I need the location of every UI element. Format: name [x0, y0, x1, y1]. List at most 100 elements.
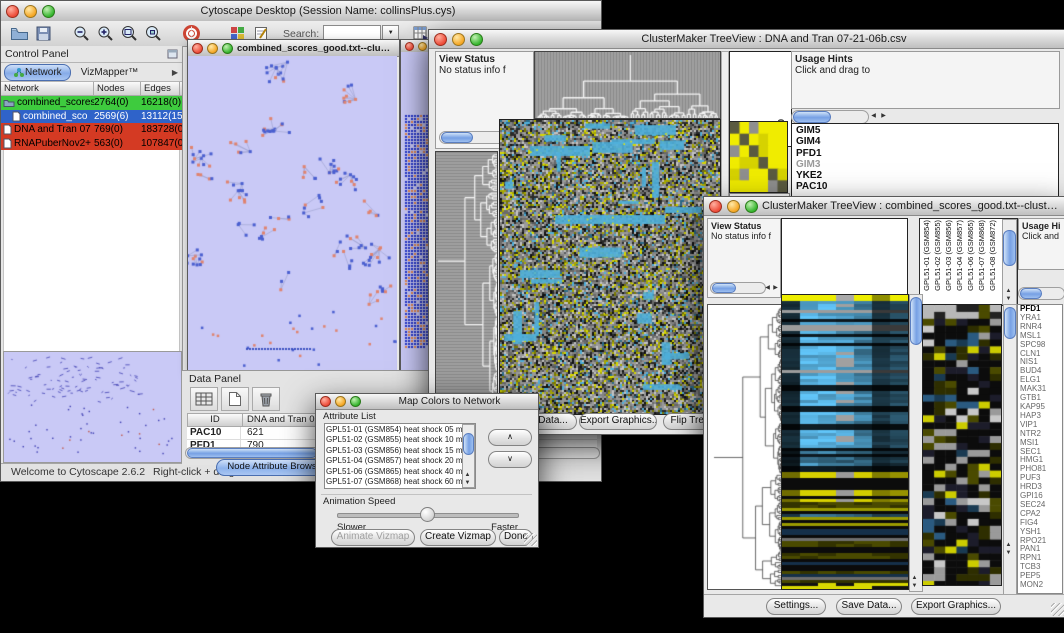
column-header-nodes[interactable]: Nodes — [94, 82, 141, 95]
treeview2-button[interactable]: Settings... — [766, 598, 826, 615]
column-labels-vscrollbar[interactable]: ▲ ▼ — [1002, 219, 1017, 305]
new-document-icon[interactable] — [221, 387, 249, 411]
close-icon[interactable] — [709, 200, 722, 213]
network-canvas[interactable] — [188, 56, 397, 370]
minimize-icon[interactable] — [452, 33, 465, 46]
zoom-fit-icon[interactable] — [117, 23, 141, 44]
zoom-window-icon[interactable] — [42, 5, 55, 18]
treeview1-titlebar[interactable]: ClusterMaker TreeView : DNA and Tran 07-… — [429, 30, 1064, 49]
zoom-out-icon[interactable] — [69, 23, 93, 44]
close-icon[interactable] — [320, 396, 331, 407]
scroll-down-icon[interactable]: ▼ — [1004, 550, 1013, 557]
scrollbar-thumb[interactable] — [1003, 230, 1016, 266]
resize-grip[interactable] — [1051, 603, 1064, 616]
row-label[interactable]: PAC10 — [796, 181, 1058, 192]
attribute-list-vscrollbar[interactable]: ▲ ▼ — [462, 424, 475, 488]
close-icon[interactable] — [192, 43, 203, 54]
row-label[interactable]: GIM4 — [796, 136, 1058, 147]
column-dendrogram[interactable] — [534, 51, 721, 119]
close-icon[interactable] — [405, 42, 414, 51]
row-label[interactable]: GIM5 — [796, 125, 1058, 136]
column-header-network[interactable]: Network — [1, 82, 94, 95]
tab-vizmapper[interactable]: VizMapper™ — [73, 65, 147, 80]
scroll-up-icon[interactable]: ▲ — [463, 472, 472, 479]
attribute-item[interactable]: GPL51-06 (GSM865) heat shock 40 min — [326, 467, 463, 477]
scroll-up-icon[interactable]: ▲ — [1004, 542, 1013, 549]
scroll-right-icon[interactable]: ▶ — [771, 285, 780, 292]
row-label[interactable]: GIM3 — [796, 159, 1058, 170]
usage-hints-hscrollbar[interactable] — [791, 110, 869, 124]
attribute-item[interactable]: GPL51-01 (GSM854) heat shock 05 min — [326, 425, 463, 435]
tab-overflow-button[interactable]: ▶ — [172, 68, 178, 77]
save-icon[interactable] — [31, 23, 55, 44]
move-up-button[interactable]: ∧ — [488, 429, 532, 446]
attribute-item[interactable]: GPL51-07 (GSM868) heat shock 60 min — [326, 477, 463, 487]
network-table-row[interactable]: RNAPuberNov2+563(0)107847(0) — [1, 137, 182, 151]
animate-vizmap-button[interactable]: Animate Vizmap — [331, 529, 415, 546]
delete-icon[interactable] — [252, 387, 280, 411]
attribute-item[interactable]: GPL51-02 (GSM855) heat shock 10 min — [326, 435, 463, 445]
attribute-list[interactable]: GPL51-01 (GSM854) heat shock 05 minGPL51… — [324, 423, 476, 489]
resize-grip[interactable] — [524, 533, 537, 546]
zoom-in-icon[interactable] — [93, 23, 117, 44]
close-icon[interactable] — [434, 33, 447, 46]
column-dendrogram-area[interactable] — [781, 218, 908, 305]
scrollbar-thumb[interactable] — [910, 297, 922, 345]
move-down-button[interactable]: ∨ — [488, 451, 532, 468]
minimize-icon[interactable] — [207, 43, 218, 54]
zoom-heatmap[interactable] — [922, 304, 1002, 586]
slider-thumb[interactable] — [420, 507, 435, 522]
scroll-down-icon[interactable]: ▼ — [910, 583, 919, 590]
network-overview[interactable] — [3, 351, 182, 463]
scroll-down-icon[interactable]: ▼ — [1004, 296, 1013, 303]
scroll-right-icon[interactable]: ▶ — [879, 113, 888, 120]
scrollbar-thumb[interactable] — [1020, 288, 1042, 299]
scrollbar-thumb[interactable] — [712, 283, 736, 293]
main-heatmap[interactable] — [781, 294, 909, 590]
zoom-window-icon[interactable] — [470, 33, 483, 46]
float-panel-icon[interactable] — [167, 49, 178, 59]
treeview2-button[interactable]: Export Graphics... — [911, 598, 1001, 615]
zoom-heatmap[interactable] — [729, 121, 788, 193]
column-header-edges[interactable]: Edges — [141, 82, 180, 95]
open-icon[interactable] — [7, 23, 31, 44]
attribute-item[interactable]: GPL51-04 (GSM857) heat shock 20 min — [326, 456, 463, 466]
treeview2-titlebar[interactable]: ClusterMaker TreeView : combined_scores_… — [704, 197, 1064, 216]
scroll-down-icon[interactable]: ▼ — [463, 480, 472, 487]
column-header-id[interactable]: ID — [188, 414, 243, 426]
minimize-icon[interactable] — [727, 200, 740, 213]
grid-icon[interactable] — [190, 387, 218, 411]
global-heatmap[interactable] — [499, 119, 721, 415]
scrollbar-thumb[interactable] — [187, 448, 317, 458]
zoom-window-icon[interactable] — [745, 200, 758, 213]
zoom-region-icon[interactable] — [141, 23, 165, 44]
network-table-row[interactable]: combined_scores2764(0)16218(0) — [1, 96, 182, 110]
minimize-icon[interactable] — [24, 5, 37, 18]
zoom-window-icon[interactable] — [222, 43, 233, 54]
scrollbar-thumb[interactable] — [441, 132, 473, 143]
main-heatmap-vscrollbar[interactable]: ▲ ▼ — [909, 294, 923, 592]
row-label[interactable]: PFD1 — [796, 148, 1058, 159]
usage-hints-hscrollbar[interactable] — [1018, 287, 1064, 300]
minimize-icon[interactable] — [418, 42, 427, 51]
dialog-titlebar[interactable]: Map Colors to Network — [316, 394, 538, 410]
gene-list-vscrollbar[interactable]: ▲ ▼ — [1003, 304, 1017, 596]
row-dendrogram[interactable] — [707, 304, 782, 590]
scrollbar-thumb[interactable] — [463, 433, 474, 455]
tab-network[interactable]: Network — [4, 64, 71, 81]
close-icon[interactable] — [6, 5, 19, 18]
zoom-window-icon[interactable] — [350, 396, 361, 407]
scroll-left-icon[interactable]: ◀ — [869, 113, 878, 120]
minimize-icon[interactable] — [335, 396, 346, 407]
treeview1-button[interactable]: Export Graphics... — [579, 413, 657, 430]
grid-network-canvas[interactable] — [404, 114, 430, 350]
row-dendrogram[interactable] — [435, 151, 498, 407]
create-vizmap-button[interactable]: Create Vizmap — [420, 529, 496, 546]
scrollbar-thumb[interactable] — [1004, 307, 1016, 339]
scroll-up-icon[interactable]: ▲ — [1004, 288, 1013, 295]
row-label[interactable]: YKE2 — [796, 170, 1058, 181]
view-status-hscrollbar[interactable] — [710, 282, 766, 294]
network-table-row[interactable]: DNA and Tran 07769(0)183728(0) — [1, 123, 182, 137]
main-titlebar[interactable]: Cytoscape Desktop (Session Name: collins… — [1, 1, 601, 22]
float-icon[interactable] — [167, 49, 178, 59]
